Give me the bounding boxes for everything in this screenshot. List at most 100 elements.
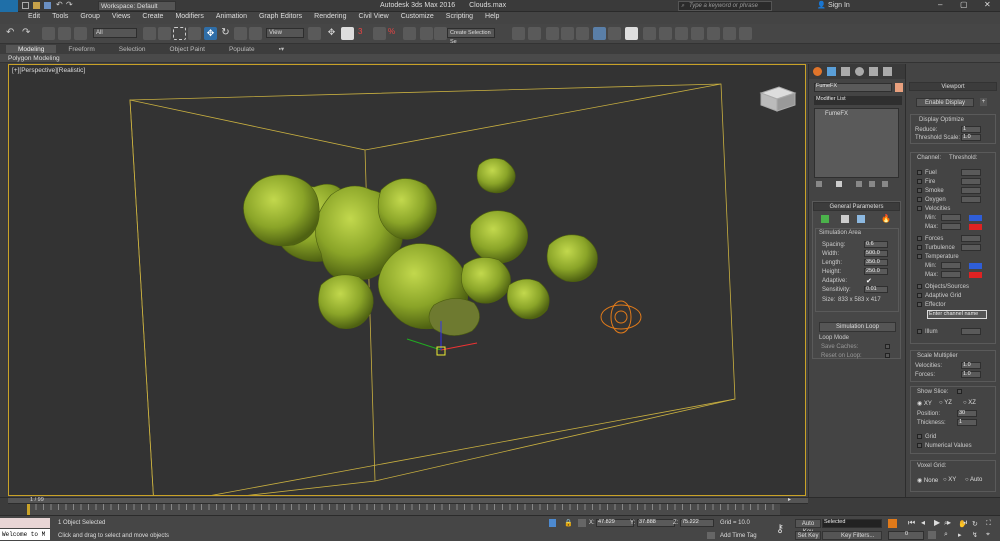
temperature-min-field[interactable] <box>941 262 961 269</box>
oxygen-checkbox[interactable] <box>917 197 922 202</box>
goto-start-icon[interactable]: ⏮ <box>908 518 915 528</box>
tab-populate[interactable]: Populate <box>217 45 267 53</box>
window-crossing-icon[interactable] <box>188 27 201 40</box>
smoke-checkbox[interactable] <box>917 188 922 193</box>
velocities-max-field[interactable] <box>941 223 961 230</box>
temperature-max-color[interactable] <box>969 272 982 278</box>
turbulence-checkbox[interactable] <box>917 245 922 250</box>
ribbon-options-icon[interactable]: ▪▾ <box>267 44 297 53</box>
named-selection-icon[interactable] <box>434 27 447 40</box>
search-input[interactable]: ⌕ Type a keyword or phrase <box>678 1 772 11</box>
keyboard-shortcut-icon[interactable] <box>341 27 354 40</box>
stack-item-fumefx[interactable]: FumeFX <box>825 111 848 117</box>
adaptive-checkbox[interactable]: ✔ <box>866 277 872 285</box>
tab-selection[interactable]: Selection <box>107 45 158 53</box>
enable-display-button[interactable]: Enable Display <box>916 98 974 107</box>
menu-civil-view[interactable]: Civil View <box>352 12 394 20</box>
tab-freeform[interactable]: Freeform <box>56 45 106 53</box>
fuel-checkbox[interactable] <box>917 170 922 175</box>
selection-filter-dropdown[interactable]: All <box>93 28 137 38</box>
z-coord-field[interactable]: 75.222 <box>680 519 714 527</box>
add-time-tag[interactable]: Add Time Tag <box>720 533 757 539</box>
select-by-name-icon[interactable] <box>158 27 171 40</box>
perspective-viewport[interactable]: [+][Perspective][Realistic] <box>8 64 806 496</box>
maximize-viewport-icon[interactable]: ⛶ <box>986 520 991 528</box>
menu-create[interactable]: Create <box>136 12 169 20</box>
menu-views[interactable]: Views <box>106 12 137 20</box>
align-icon[interactable] <box>528 27 541 40</box>
enter-channel-name-field[interactable]: Enter channel name <box>927 310 987 319</box>
tab-modeling[interactable]: Modeling <box>6 45 57 53</box>
fire-threshold-field[interactable] <box>961 178 981 185</box>
redo-icon[interactable]: ↷ <box>66 0 73 9</box>
new-file-icon[interactable] <box>22 2 29 9</box>
time-tag-icon[interactable] <box>707 532 715 539</box>
workspace-dropdown[interactable]: Workspace: Default <box>98 1 176 11</box>
time-slider-next-icon[interactable]: ▸ <box>788 496 791 503</box>
temperature-checkbox[interactable] <box>917 254 922 259</box>
hierarchy-tab-icon[interactable] <box>841 67 850 76</box>
configure-sets-icon[interactable] <box>882 181 888 187</box>
minimize-icon[interactable]: – <box>938 0 942 9</box>
length-field[interactable]: 350.0 <box>864 259 888 266</box>
illum-checkbox[interactable] <box>917 329 922 334</box>
modifier-list-dropdown[interactable]: Modifier List <box>814 96 902 105</box>
key-mode-dropdown[interactable]: Selected <box>822 519 882 528</box>
snaps-toggle-icon[interactable]: 3 <box>358 27 371 40</box>
fumefx-fire-icon[interactable]: 🔥 <box>881 214 891 223</box>
show-slice-checkbox[interactable] <box>957 389 962 394</box>
select-manipulate-icon[interactable]: ✥ <box>325 27 338 40</box>
effector-checkbox[interactable] <box>917 302 922 307</box>
polygon-modeling-label[interactable]: Polygon Modeling <box>8 55 60 62</box>
make-unique-icon[interactable] <box>856 181 862 187</box>
forces-checkbox[interactable] <box>917 236 922 241</box>
current-frame-field[interactable]: 0 <box>888 531 924 540</box>
menu-scripting[interactable]: Scripting <box>440 12 479 20</box>
set-key-button[interactable]: Set Key <box>795 531 821 540</box>
slice-xz-radio[interactable]: ○ XZ <box>963 400 976 406</box>
place-icon[interactable] <box>249 27 262 40</box>
menu-animation[interactable]: Animation <box>210 12 253 20</box>
mirror-icon[interactable] <box>512 27 525 40</box>
render-cloud-icon[interactable] <box>723 27 736 40</box>
orbit-icon[interactable]: ↻ <box>972 520 978 528</box>
voxel-xy-radio[interactable]: ○ XY <box>943 477 956 483</box>
sign-in-link[interactable]: Sign In <box>828 2 850 9</box>
isolate-selection-icon[interactable] <box>549 519 556 527</box>
select-move-icon[interactable]: ✥ <box>204 27 217 40</box>
grid-checkbox[interactable] <box>917 434 922 439</box>
oxygen-threshold-field[interactable] <box>961 196 981 203</box>
render-production-icon[interactable] <box>675 27 688 40</box>
menu-edit[interactable]: Edit <box>22 12 46 20</box>
voxel-none-radio[interactable]: ◉ None <box>917 477 938 484</box>
schematic-view-icon[interactable] <box>608 27 621 40</box>
named-selection-dropdown[interactable]: Create Selection Se <box>447 28 495 45</box>
pivot-center-icon[interactable] <box>308 27 321 40</box>
height-field[interactable]: 250.0 <box>864 268 888 275</box>
undo-icon[interactable]: ↶ <box>56 0 63 9</box>
x-coord-field[interactable]: 47.829 <box>596 519 634 527</box>
save-file-icon[interactable] <box>44 2 51 9</box>
auto-key-button[interactable]: Auto Key <box>795 519 821 535</box>
render-shortcut-icon[interactable] <box>739 27 752 40</box>
open-file-icon[interactable] <box>33 2 40 9</box>
current-frame-marker[interactable] <box>27 504 30 515</box>
reduce-field[interactable]: 1 <box>961 126 981 133</box>
reference-coord-dropdown[interactable]: View <box>266 28 304 38</box>
key-icon[interactable]: ⚷ <box>776 522 784 535</box>
turbulence-threshold-field[interactable] <box>961 244 981 251</box>
play-icon[interactable]: ▶ <box>934 518 940 527</box>
sm-velocities-field[interactable]: 1.0 <box>961 362 981 369</box>
reset-on-loop-checkbox[interactable] <box>885 353 890 358</box>
menu-group[interactable]: Group <box>74 12 105 20</box>
remove-modifier-icon[interactable] <box>869 181 875 187</box>
menu-tools[interactable]: Tools <box>46 12 74 20</box>
simulation-loop-button[interactable]: Simulation Loop <box>819 322 896 332</box>
absolute-mode-icon[interactable] <box>578 519 586 527</box>
prev-frame-icon[interactable]: ◂ <box>921 518 925 527</box>
object-name-field[interactable]: FumeFX <box>814 83 892 92</box>
sm-forces-field[interactable]: 1.0 <box>961 371 981 378</box>
redo-button-icon[interactable]: ↷ <box>22 27 35 40</box>
menu-modifiers[interactable]: Modifiers <box>169 12 209 20</box>
width-field[interactable]: 500.0 <box>864 250 888 257</box>
